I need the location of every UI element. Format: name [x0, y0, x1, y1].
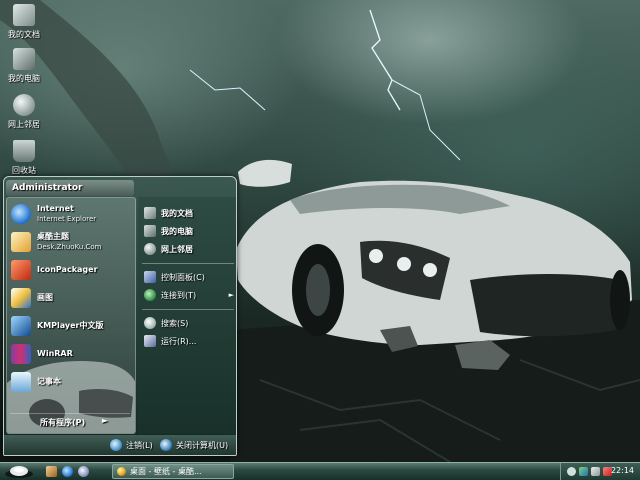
flying-car-shape: [238, 159, 292, 187]
paint-icon: [11, 288, 31, 308]
taskbar: 桌面 - 壁纸 - 桌酷... 22:14: [0, 462, 640, 480]
system-control-panel[interactable]: 控制面板(C): [144, 269, 236, 285]
lightning-bolt: [189, 69, 266, 111]
lightning-bolt: [369, 9, 401, 111]
ie-quicklaunch-icon[interactable]: [62, 466, 73, 477]
start-orb-icon: [5, 466, 33, 478]
clock[interactable]: 22:14: [611, 466, 634, 475]
system-connect-to[interactable]: 连接到(T) ►: [144, 287, 236, 303]
run-icon: [144, 335, 156, 347]
my-computer-icon: [13, 48, 35, 70]
program-name: 记事本: [37, 377, 61, 386]
media-player-icon[interactable]: [78, 466, 89, 477]
program-name: 桌酷主题: [37, 232, 69, 241]
program-name: WinRAR: [37, 349, 73, 358]
program-zhuoku-theme[interactable]: 桌酷主题 Desk.ZhuoKu.Com: [11, 230, 135, 254]
tray-msn-icon[interactable]: [579, 467, 588, 476]
car-lamp: [397, 257, 411, 271]
desktop-icon-network-places[interactable]: 网上邻居: [2, 94, 46, 130]
menu-divider: [142, 263, 234, 264]
logoff-label: 注销(L): [126, 440, 153, 450]
system-label: 搜索(S): [161, 318, 189, 328]
winrar-icon: [11, 344, 31, 364]
program-subtitle: Internet Explorer: [37, 215, 97, 223]
network-places-icon: [13, 94, 35, 116]
control-panel-icon: [144, 271, 156, 283]
kmplayer-icon: [11, 316, 31, 336]
iconpackager-icon: [11, 260, 31, 280]
system-tray: 22:14: [560, 463, 640, 480]
car-lamp: [369, 249, 383, 263]
internet-explorer-icon: [11, 204, 31, 224]
car-wheel: [610, 270, 630, 330]
all-programs-label: 所有程序(P): [40, 418, 86, 427]
start-menu-footer: 注销(L) 关闭计算机(U): [4, 435, 236, 455]
program-name: 画图: [37, 293, 53, 302]
notepad-icon: [11, 372, 31, 392]
desktop-icon-my-computer[interactable]: 我的电脑: [2, 48, 46, 84]
menu-divider: [142, 309, 234, 310]
program-name: IconPackager: [37, 265, 98, 274]
program-iconpackager[interactable]: IconPackager: [11, 258, 135, 282]
program-name: KMPlayer中文版: [37, 321, 104, 330]
shutdown-icon: [160, 439, 172, 451]
place-label: 我的文档: [161, 208, 193, 218]
car-lamp: [423, 263, 437, 277]
program-kmplayer[interactable]: KMPlayer中文版: [11, 314, 135, 338]
start-menu-places-pane: 我的文档 我的电脑 网上邻居 控制面板(C) 连接到(T) ► 搜索(S) 运行…: [138, 197, 236, 434]
zhuoku-theme-icon: [11, 232, 31, 252]
place-label: 我的电脑: [161, 226, 193, 236]
place-label: 网上邻居: [161, 244, 193, 254]
logoff-button[interactable]: 注销(L): [110, 439, 153, 451]
recycle-bin-icon: [13, 140, 35, 162]
car-wheel-rim: [306, 264, 330, 316]
program-notepad[interactable]: 记事本: [11, 370, 135, 394]
my-computer-icon: [144, 225, 156, 237]
start-button[interactable]: [2, 464, 36, 479]
program-subtitle: Desk.ZhuoKu.Com: [37, 243, 102, 251]
taskbar-window-title: 桌面 - 壁纸 - 桌酷...: [130, 467, 202, 476]
show-desktop-icon[interactable]: [46, 466, 57, 477]
system-run[interactable]: 运行(R)...: [144, 333, 236, 349]
tray-volume-icon[interactable]: [591, 467, 600, 476]
start-menu: Administrator Internet Internet Explorer…: [3, 176, 237, 456]
program-winrar[interactable]: WinRAR: [11, 342, 135, 366]
desktop-icon-label: 我的电脑: [8, 74, 40, 83]
network-places-icon: [144, 243, 156, 255]
system-label: 控制面板(C): [161, 272, 205, 282]
tray-arrow-icon[interactable]: [567, 467, 576, 476]
desktop-icon-recycle-bin[interactable]: 回收站: [2, 140, 46, 176]
car-grille: [470, 274, 620, 337]
start-menu-user-name: Administrator: [6, 180, 134, 196]
desktop-icon-label: 回收站: [12, 166, 36, 175]
program-name: Internet: [37, 204, 74, 213]
taskbar-window-button[interactable]: 桌面 - 壁纸 - 桌酷...: [112, 464, 234, 479]
place-my-computer[interactable]: 我的电脑: [144, 223, 236, 239]
submenu-arrow-icon: ►: [228, 291, 234, 299]
shutdown-label: 关闭计算机(U): [176, 440, 229, 450]
lightning-bolt: [391, 79, 461, 161]
desktop-icon-my-documents[interactable]: 我的文档: [2, 4, 46, 40]
all-programs-arrow-icon: ►: [101, 416, 108, 425]
place-my-documents[interactable]: 我的文档: [144, 205, 236, 221]
all-programs-button[interactable]: 所有程序(P) ►: [10, 413, 130, 429]
my-documents-icon: [13, 4, 35, 26]
my-documents-icon: [144, 207, 156, 219]
logoff-icon: [110, 439, 122, 451]
program-internet-explorer[interactable]: Internet Internet Explorer: [11, 202, 135, 226]
desktop-icon-label: 网上邻居: [8, 120, 40, 129]
system-search[interactable]: 搜索(S): [144, 315, 236, 331]
place-network-places[interactable]: 网上邻居: [144, 241, 236, 257]
system-label: 运行(R)...: [161, 336, 197, 346]
program-paint[interactable]: 画图: [11, 286, 135, 310]
connect-to-icon: [144, 289, 156, 301]
start-menu-programs-pane: Internet Internet Explorer 桌酷主题 Desk.Zhu…: [6, 197, 136, 434]
system-label: 连接到(T): [161, 290, 197, 300]
search-icon: [144, 317, 156, 329]
window-app-icon: [117, 467, 126, 476]
desktop-icon-label: 我的文档: [8, 30, 40, 39]
shutdown-button[interactable]: 关闭计算机(U): [160, 439, 228, 451]
